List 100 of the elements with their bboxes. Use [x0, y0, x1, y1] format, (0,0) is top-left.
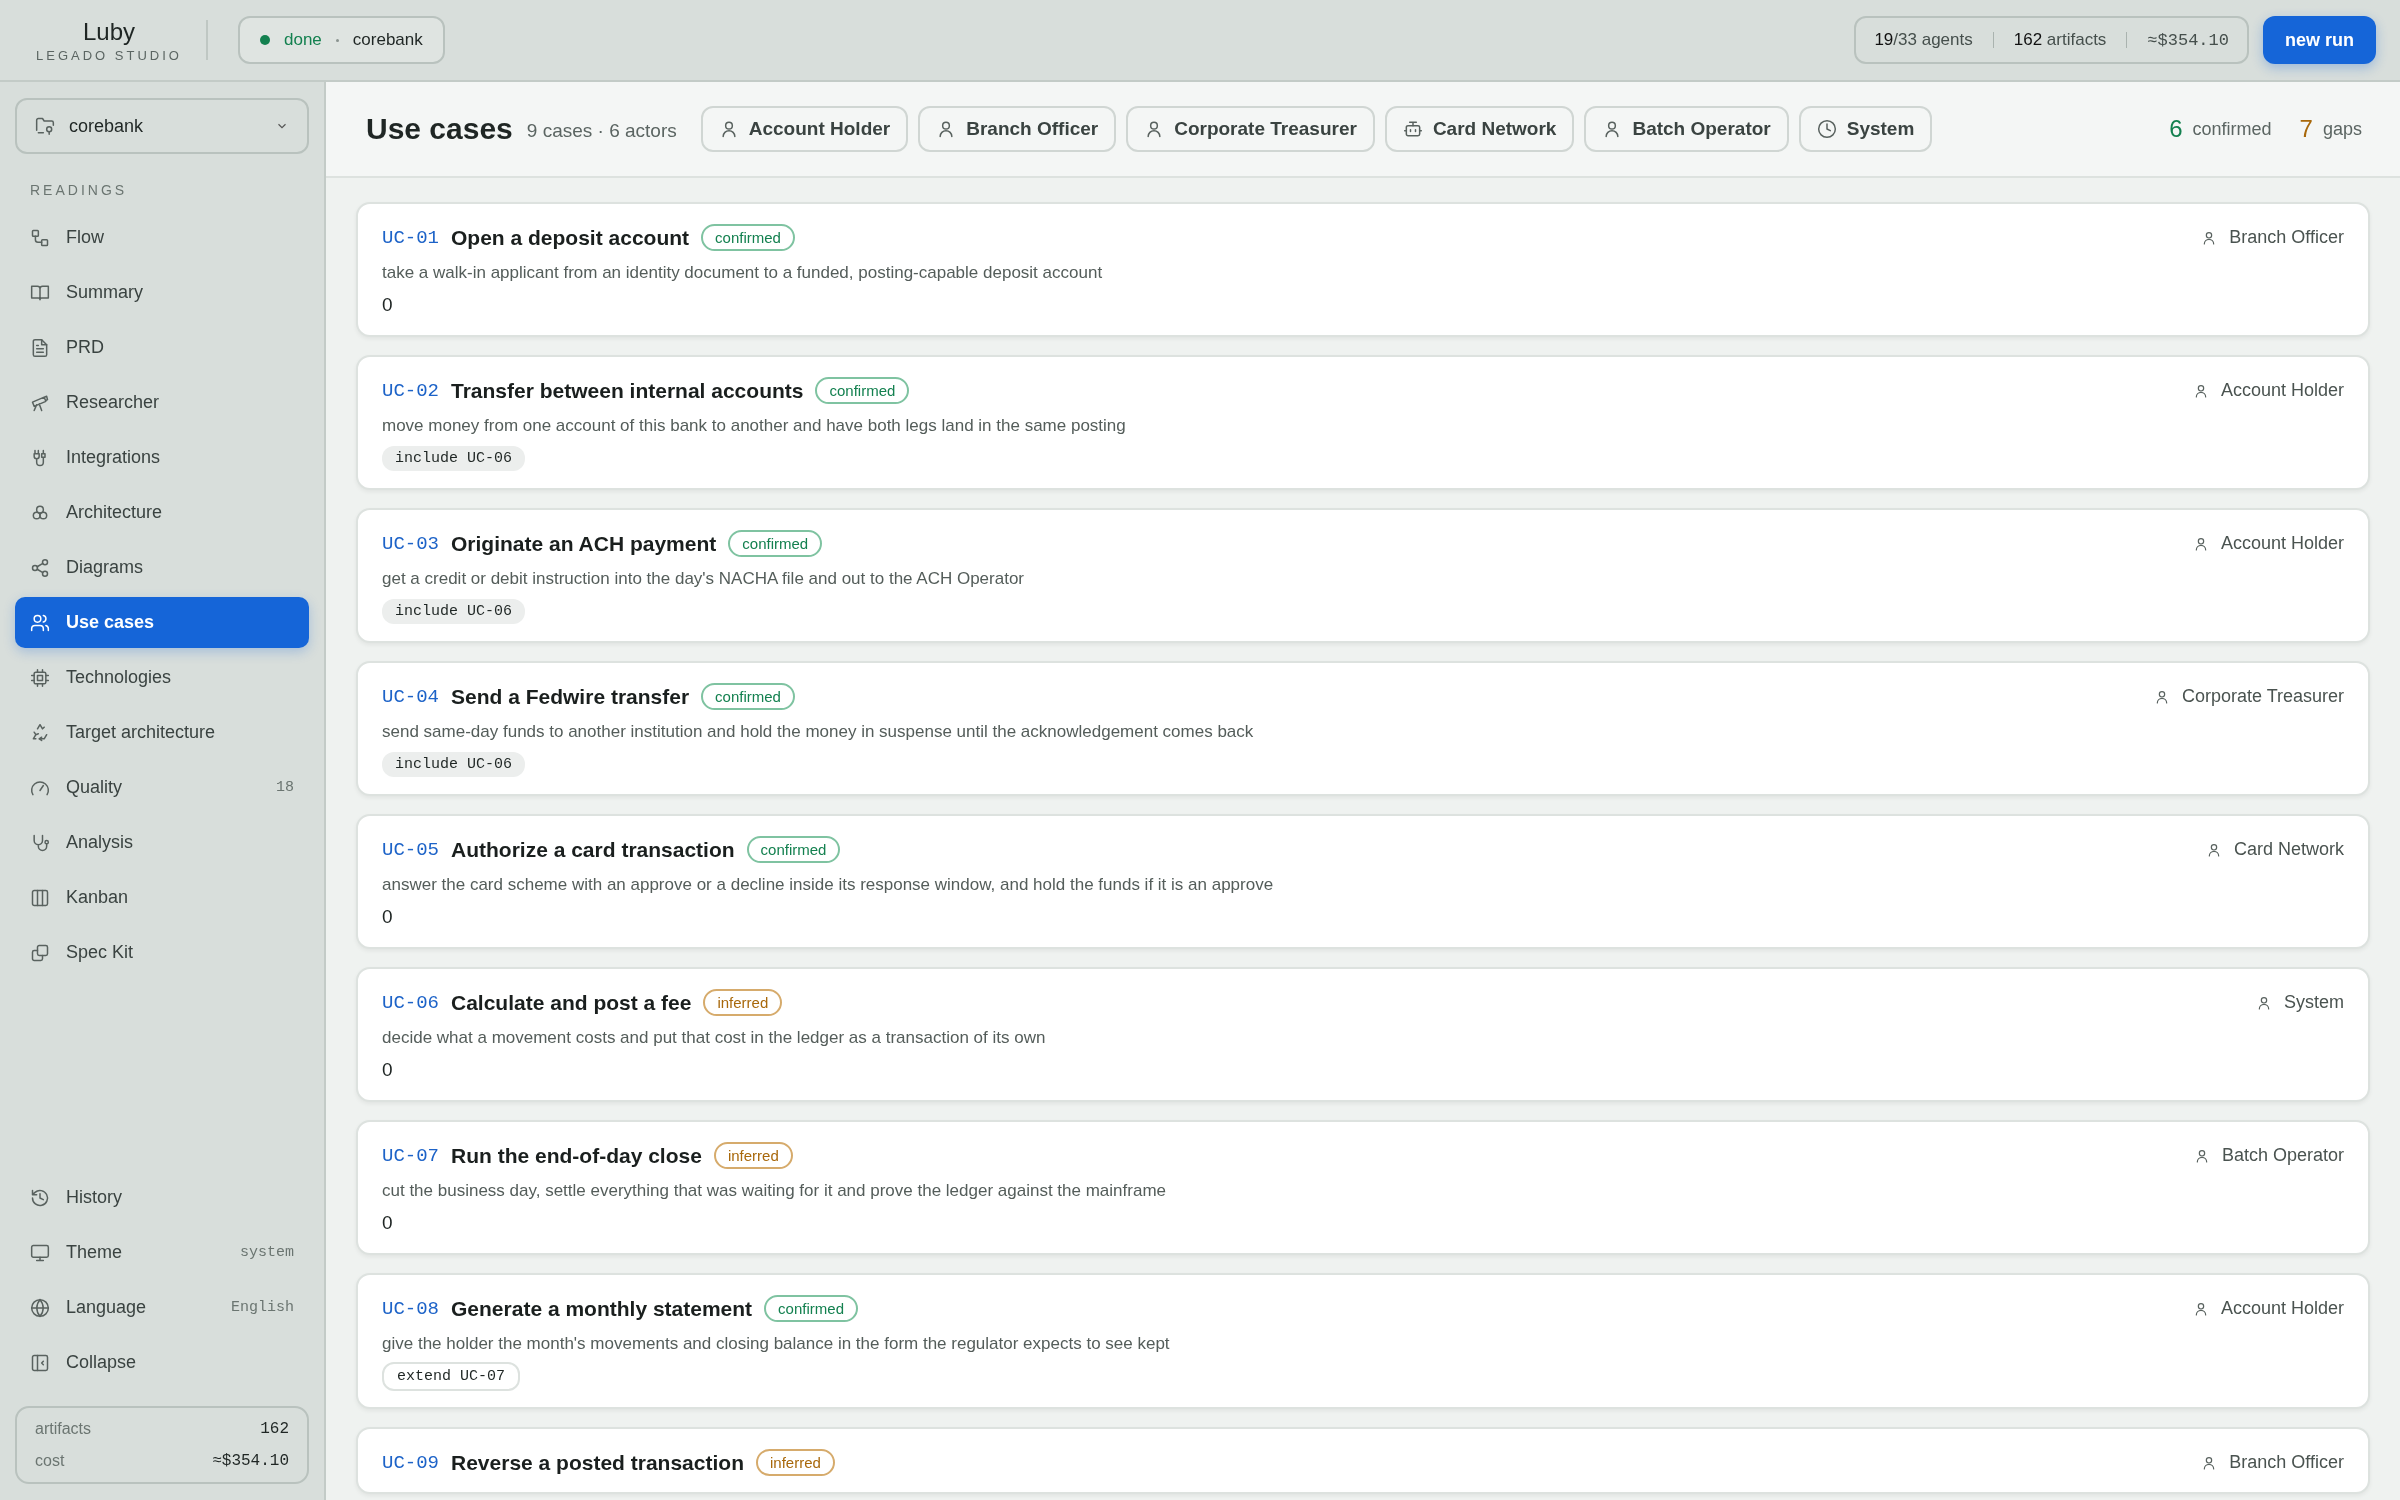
actor-name: Batch Operator — [2221, 1145, 2344, 1166]
sidebar-item[interactable]: Target architecture — [15, 707, 309, 758]
sidebar-item[interactable]: Integrations — [15, 432, 309, 483]
use-case-id: UC-06 — [382, 991, 439, 1014]
use-case-description: cut the business day, settle everything that was waiting for it and prove the ledger against the mainframe — [382, 1181, 1167, 1201]
use-case-title: Run the end-of-day close — [451, 1143, 702, 1168]
status-badge: confirmed — [746, 836, 841, 863]
status-badge: confirmed — [728, 530, 823, 557]
gaps-count: 7 — [2299, 115, 2313, 143]
total-value: ≈$354.10 — [212, 1452, 289, 1470]
use-case-card[interactable]: UC-09 Reverse a posted transaction inferred Branch Officer — [356, 1427, 2370, 1494]
use-case-description: give the holder the month's movements and closing balance in the form the regulator expects to see kept — [382, 1334, 1171, 1354]
relation-count: 0 — [382, 1212, 393, 1234]
actor-name: Corporate Treasurer — [2181, 686, 2344, 707]
sidebar-item[interactable]: Use cases — [15, 597, 309, 648]
use-case-id: UC-03 — [382, 532, 439, 555]
relation-tag: extend UC-07 — [382, 1362, 521, 1391]
actor-filter-chip[interactable]: Branch Officer — [918, 106, 1117, 152]
sidebar-item[interactable]: Researcher — [15, 377, 309, 428]
relation-count: 0 — [382, 294, 393, 316]
nav-icon — [30, 722, 50, 743]
confirmed-label: confirmed — [2192, 118, 2272, 140]
use-case-description: get a credit or debit instruction into the day's NACHA file and out to the ACH Operator — [382, 569, 1026, 589]
relation-count: 0 — [382, 906, 393, 928]
actor-filter-chip[interactable]: Batch Operator — [1584, 106, 1789, 152]
status-badge: confirmed — [701, 683, 795, 710]
brand-logo: Luby — [82, 17, 135, 46]
sidebar-item[interactable]: Spec Kit — [15, 927, 309, 978]
artifacts-count: 162 artifacts — [2013, 30, 2107, 50]
actor-name: Branch Officer — [2229, 227, 2344, 248]
actor-filter-chip[interactable]: Corporate Treasurer — [1126, 106, 1375, 152]
sidebar-item[interactable]: Technologies — [15, 652, 309, 703]
use-case-id: UC-05 — [382, 838, 439, 861]
actor-filter-chip[interactable]: System — [1798, 106, 1933, 152]
sidebar-item[interactable]: Flow — [15, 212, 309, 263]
use-case-id: UC-09 — [382, 1451, 439, 1474]
use-case-description: send same-day funds to another institution and hold the money in suspense until the acknowledgement comes back — [382, 722, 1255, 742]
actor-name: Account Holder — [2220, 533, 2344, 554]
page-subtitle: 9 cases · 6 actors — [526, 120, 677, 142]
sidebar-item[interactable]: Diagrams — [15, 542, 309, 593]
sidebar-item[interactable]: Architecture — [15, 487, 309, 538]
use-case-description: take a walk-in applicant from an identity document to a funded, posting-capable deposit account — [382, 263, 1104, 283]
use-case-card[interactable]: UC-06 Calculate and post a fee inferred System decide what a movement costs and put that cost in the ledger as a transaction of its own 0 — [356, 967, 2370, 1102]
actor-filter-chip[interactable]: Account Holder — [700, 106, 909, 152]
sidebar-item[interactable]: Quality 18 — [15, 762, 309, 813]
nav-icon — [30, 832, 50, 853]
use-case-card[interactable]: UC-04 Send a Fedwire transfer confirmed Corporate Treasurer send same-day funds to another institution and hold the money in suspense until the acknowledgement comes back include UC-06 — [356, 661, 2370, 796]
sidebar-item[interactable]: PRD — [15, 322, 309, 373]
folder-icon — [35, 116, 55, 136]
relation-count: 0 — [382, 1059, 393, 1081]
use-case-title: Calculate and post a fee — [451, 990, 692, 1015]
use-case-title: Originate an ACH payment — [451, 531, 717, 556]
use-case-card[interactable]: UC-02 Transfer between internal accounts confirmed Account Holder move money from one account of this bank to another and have both legs land in the same posting include UC-06 — [356, 355, 2370, 490]
use-case-card[interactable]: UC-08 Generate a monthly statement confirmed Account Holder give the holder the month's movements and closing balance in the form the regulator expects to see kept extend UC-07 — [356, 1273, 2370, 1409]
use-case-title: Open a deposit account — [451, 225, 690, 250]
cost-estimate: ≈$354.10 — [2147, 30, 2229, 50]
use-case-card[interactable]: UC-05 Authorize a card transaction confirmed Card Network answer the card scheme with an approve or a decline inside its response window, and hold the funds if it is an approve 0 — [356, 814, 2370, 949]
nav-icon — [30, 887, 50, 908]
use-case-id: UC-08 — [382, 1297, 439, 1320]
status-badge: inferred — [755, 1449, 835, 1476]
nav-icon — [30, 667, 50, 688]
actor-name: System — [2284, 992, 2344, 1013]
nav-icon — [30, 227, 50, 248]
gaps-label: gaps — [2322, 118, 2362, 140]
nav-icon — [30, 337, 50, 358]
use-case-title: Transfer between internal accounts — [451, 378, 804, 403]
actor-name: Branch Officer — [2229, 1452, 2344, 1473]
sidebar-item[interactable]: Analysis — [15, 817, 309, 868]
project-select[interactable]: corebank — [15, 98, 309, 154]
setting-icon — [30, 1242, 50, 1263]
use-case-description: decide what a movement costs and put that cost in the ledger as a transaction of its own — [382, 1028, 1047, 1048]
nav-icon — [30, 942, 50, 963]
use-case-card[interactable]: UC-03 Originate an ACH payment confirmed Account Holder get a credit or debit instruction into the day's NACHA file and out to the ACH Operator include UC-06 — [356, 508, 2370, 643]
use-case-title: Generate a monthly statement — [451, 1296, 753, 1321]
setting-icon — [30, 1297, 50, 1318]
total-label: cost — [35, 1452, 65, 1470]
status-badge: confirmed — [701, 224, 795, 251]
use-case-title: Send a Fedwire transfer — [451, 684, 690, 709]
actor-icon — [1816, 119, 1837, 139]
sidebar-item[interactable]: History — [15, 1172, 309, 1223]
relation-tag: include UC-06 — [382, 751, 526, 777]
sidebar-item[interactable]: Language English — [15, 1282, 309, 1333]
use-case-card[interactable]: UC-07 Run the end-of-day close inferred Batch Operator cut the business day, settle everything that was waiting for it and prove the ledger against the mainframe 0 — [356, 1120, 2370, 1255]
section-label: READINGS — [29, 181, 129, 200]
sidebar-item[interactable]: Theme system — [15, 1227, 309, 1278]
sidebar-item[interactable]: Collapse — [15, 1337, 309, 1388]
nav-icon — [30, 612, 50, 633]
status-dot-icon — [260, 35, 270, 45]
sidebar-item[interactable]: Summary — [15, 267, 309, 318]
new-run-button[interactable]: new run — [2263, 16, 2376, 64]
setting-icon — [30, 1352, 50, 1373]
use-case-card[interactable]: UC-01 Open a deposit account confirmed Branch Officer take a walk-in applicant from an identity document to a funded, posting-capable deposit account 0 — [356, 202, 2370, 337]
actor-filter-chip[interactable]: Card Network — [1384, 106, 1575, 152]
status-badge: confirmed — [764, 1295, 858, 1322]
use-case-id: UC-02 — [382, 379, 439, 402]
page-title: Use cases — [366, 112, 513, 146]
brand-subtitle: LEGADO STUDIO — [36, 47, 182, 63]
sidebar-item[interactable]: Kanban — [15, 872, 309, 923]
actor-name: Account Holder — [2220, 380, 2344, 401]
use-case-title: Authorize a card transaction — [451, 837, 735, 862]
